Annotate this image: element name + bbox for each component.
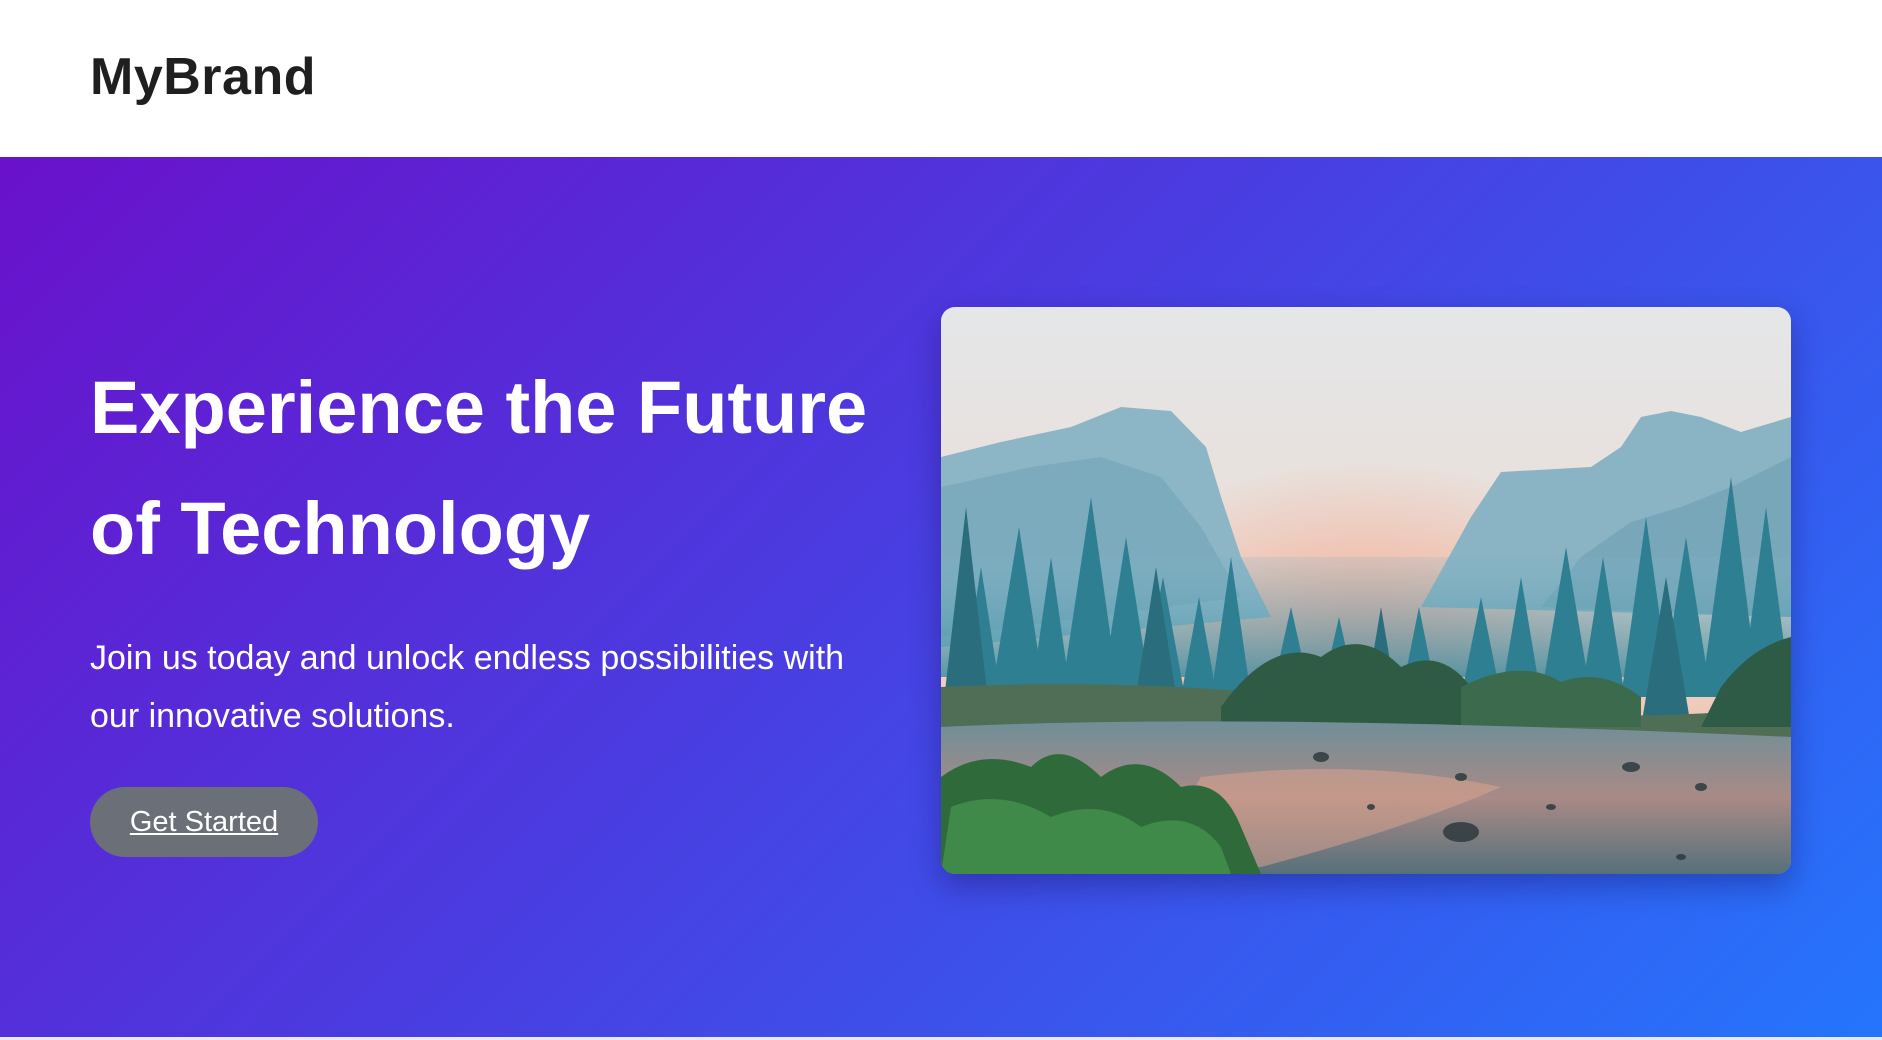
- get-started-button[interactable]: Get Started: [90, 787, 318, 857]
- hero-title: Experience the Future of Technology: [90, 347, 920, 589]
- hero-subtitle-line1: Join us today and unlock endless possibi…: [90, 639, 845, 677]
- hero-title-line1: Experience the Future: [90, 366, 868, 449]
- hero-image: [941, 307, 1791, 874]
- landscape-illustration: [941, 307, 1791, 874]
- hero-section: Experience the Future of Technology Join …: [0, 157, 1882, 1037]
- hero-title-line2: of Technology: [90, 487, 591, 570]
- brand-logo[interactable]: MyBrand: [90, 44, 316, 110]
- navbar: MyBrand: [0, 0, 1882, 157]
- hero-subtitle: Join us today and unlock endless possibi…: [90, 629, 920, 745]
- hero-subtitle-line2: our innovative solutions.: [90, 697, 455, 735]
